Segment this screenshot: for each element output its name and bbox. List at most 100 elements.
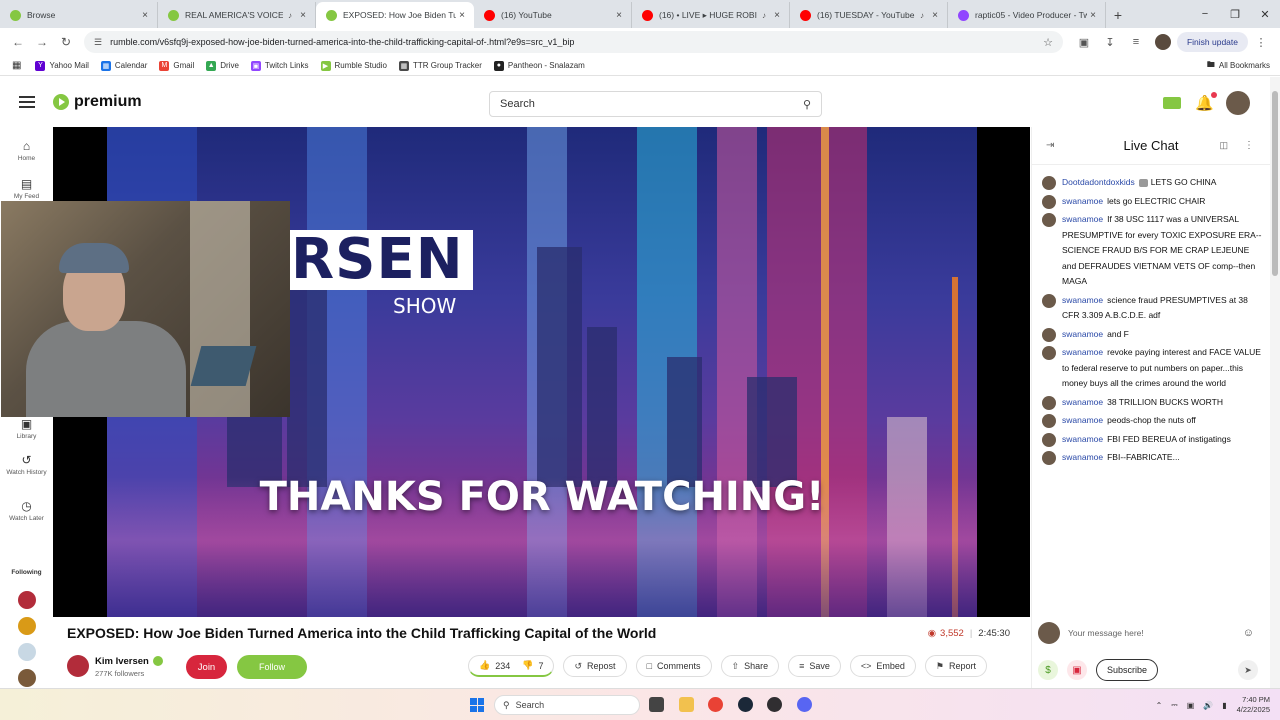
thumbs-down-icon[interactable]: 👎 [522, 660, 533, 671]
following-channel-avatar[interactable] [18, 591, 36, 609]
chat-username[interactable]: swanamoe [1062, 415, 1103, 425]
close-tab-icon[interactable]: × [929, 10, 941, 21]
sidebar-item-library[interactable]: ▣ Library [0, 417, 53, 440]
reload-icon[interactable]: ↻ [54, 35, 78, 49]
steam-icon[interactable] [738, 697, 753, 712]
browser-tab[interactable]: EXPOSED: How Joe Biden Turn × [316, 2, 474, 28]
chat-menu-icon[interactable]: ⋮ [1244, 140, 1254, 151]
hamburger-menu-icon[interactable] [19, 93, 35, 111]
following-channel-avatar[interactable] [18, 669, 36, 687]
menu-kebab-icon[interactable]: ⋮ [1248, 36, 1274, 49]
minimize-icon[interactable]: − [1190, 8, 1220, 20]
tab-audio-icon[interactable]: ♪ [762, 11, 766, 20]
page-scrollbar[interactable] [1270, 77, 1280, 688]
task-view-icon[interactable] [649, 697, 664, 712]
sidebar-item-home[interactable]: ⌂ Home [0, 139, 53, 162]
save-button[interactable]: ≡ Save [788, 655, 841, 677]
chat-user-avatar[interactable] [1042, 194, 1056, 209]
file-explorer-icon[interactable] [679, 697, 694, 712]
close-tab-icon[interactable]: × [613, 10, 625, 21]
address-bar[interactable]: ☰ rumble.com/v6sfq9j-exposed-how-joe-bid… [84, 31, 1063, 53]
reading-list-icon[interactable]: ≡ [1123, 36, 1149, 48]
dislike-count[interactable]: 7 [538, 661, 543, 671]
bookmark-item[interactable]: ▦ TTR Group Tracker [398, 60, 482, 71]
forward-icon[interactable]: → [30, 35, 54, 49]
join-button[interactable]: Join [186, 655, 227, 679]
bookmark-item[interactable]: ▣ Twitch Links [250, 60, 309, 71]
all-bookmarks-button[interactable]: 🖿 All Bookmarks [1207, 59, 1270, 73]
scrollbar-thumb[interactable] [1272, 91, 1278, 276]
channel-name-row[interactable]: Kim Iversen [95, 656, 163, 667]
rant-dollar-icon[interactable]: $ [1038, 660, 1058, 680]
following-channel-avatar[interactable] [18, 617, 36, 635]
thumbs-up-icon[interactable]: 👍 [479, 660, 490, 671]
follow-button[interactable]: Follow [237, 655, 307, 679]
browser-tab[interactable]: Browse × [0, 2, 158, 28]
chat-username[interactable]: swanamoe [1062, 434, 1103, 444]
discord-icon[interactable] [797, 697, 812, 712]
chat-username[interactable]: swanamoe [1062, 452, 1103, 462]
bookmark-item[interactable]: Y Yahoo Mail [35, 60, 89, 71]
chat-user-avatar[interactable] [1042, 346, 1056, 360]
collapse-chat-icon[interactable]: ⇥ [1046, 140, 1054, 151]
bookmark-item[interactable]: ● Pantheon - Snalazam [493, 60, 585, 71]
send-message-icon[interactable]: ➤ [1238, 660, 1258, 680]
apps-grid-icon[interactable]: ▦ [12, 60, 21, 71]
chat-username[interactable]: swanamoe [1062, 347, 1103, 357]
report-button[interactable]: ⚑ Report [924, 655, 988, 677]
chat-user-avatar[interactable] [1042, 293, 1056, 308]
channel-avatar[interactable] [67, 655, 89, 677]
profile-avatar[interactable] [1154, 34, 1171, 50]
browser-tab[interactable]: (16) • LIVE ▸ HUGE ROBI ♪ × [632, 2, 790, 28]
subscribe-button[interactable]: Subscribe [1096, 659, 1159, 681]
usb-icon[interactable]: ⎓ [1171, 700, 1177, 710]
user-avatar[interactable] [1226, 91, 1250, 115]
tab-audio-icon[interactable]: ♪ [288, 11, 292, 20]
taskbar-clock[interactable]: 7:40 PM 4/22/2025 [1237, 695, 1270, 715]
search-input[interactable]: Search ⚲ [489, 91, 822, 117]
repost-button[interactable]: ↺ Repost [563, 655, 627, 677]
obs-icon[interactable] [767, 697, 782, 712]
like-count[interactable]: 234 [495, 661, 510, 671]
close-tab-icon[interactable]: × [771, 10, 783, 21]
chat-user-avatar[interactable] [1042, 451, 1056, 465]
battery-icon[interactable]: ▮ [1222, 701, 1226, 710]
new-tab-button[interactable]: + [1106, 2, 1130, 28]
close-window-icon[interactable]: ✕ [1250, 8, 1280, 21]
rumble-logo[interactable]: premium [53, 93, 142, 111]
tray-overflow-icon[interactable]: ⌃ [1156, 701, 1163, 710]
search-icon[interactable]: ⚲ [803, 98, 811, 111]
bookmark-item[interactable]: M Gmail [159, 60, 194, 71]
bookmark-item[interactable]: ▲ Drive [206, 60, 239, 71]
bookmark-item[interactable]: ▦ Calendar [100, 60, 147, 71]
gift-icon[interactable]: ▣ [1067, 660, 1087, 680]
go-live-camera-icon[interactable] [1163, 97, 1182, 109]
site-info-icon[interactable]: ☰ [94, 37, 102, 48]
download-icon[interactable]: ↧ [1097, 36, 1123, 49]
chat-user-avatar[interactable] [1042, 327, 1056, 342]
close-tab-icon[interactable]: × [139, 10, 151, 21]
network-icon[interactable]: ▣ [1187, 701, 1195, 710]
chat-user-avatar[interactable] [1042, 176, 1056, 190]
chat-user-avatar[interactable] [1042, 213, 1056, 227]
sidebar-item-watch-history[interactable]: ↺ Watch History [0, 453, 53, 476]
bookmark-item[interactable]: ▶ Rumble Studio [320, 60, 387, 71]
close-tab-icon[interactable]: × [1087, 10, 1099, 21]
notifications-bell-icon[interactable]: 🔔 [1195, 92, 1217, 112]
following-channel-avatar[interactable] [18, 643, 36, 661]
embed-button[interactable]: <> Embed [849, 655, 916, 677]
back-icon[interactable]: ← [6, 35, 30, 49]
chat-user-avatar[interactable] [1042, 395, 1056, 410]
chat-user-avatar[interactable] [1042, 414, 1056, 428]
chat-username[interactable]: swanamoe [1062, 397, 1103, 407]
sidebar-item-my-feed[interactable]: ▤ My Feed [0, 177, 53, 200]
emoji-icon[interactable]: ☺ [1243, 627, 1254, 639]
taskbar-search[interactable]: ⚲ Search [494, 695, 640, 715]
close-tab-icon[interactable]: × [297, 10, 309, 21]
finish-update-button[interactable]: Finish update [1176, 32, 1248, 52]
browser-tab[interactable]: REAL AMERICA'S VOICE - 2 ♪ × [158, 2, 316, 28]
comments-button[interactable]: □ Comments [635, 655, 712, 677]
browser-tab[interactable]: (16) YouTube × [474, 2, 632, 28]
popout-chat-icon[interactable]: ◫ [1219, 140, 1228, 151]
volume-icon[interactable]: 🔊 [1203, 701, 1213, 710]
